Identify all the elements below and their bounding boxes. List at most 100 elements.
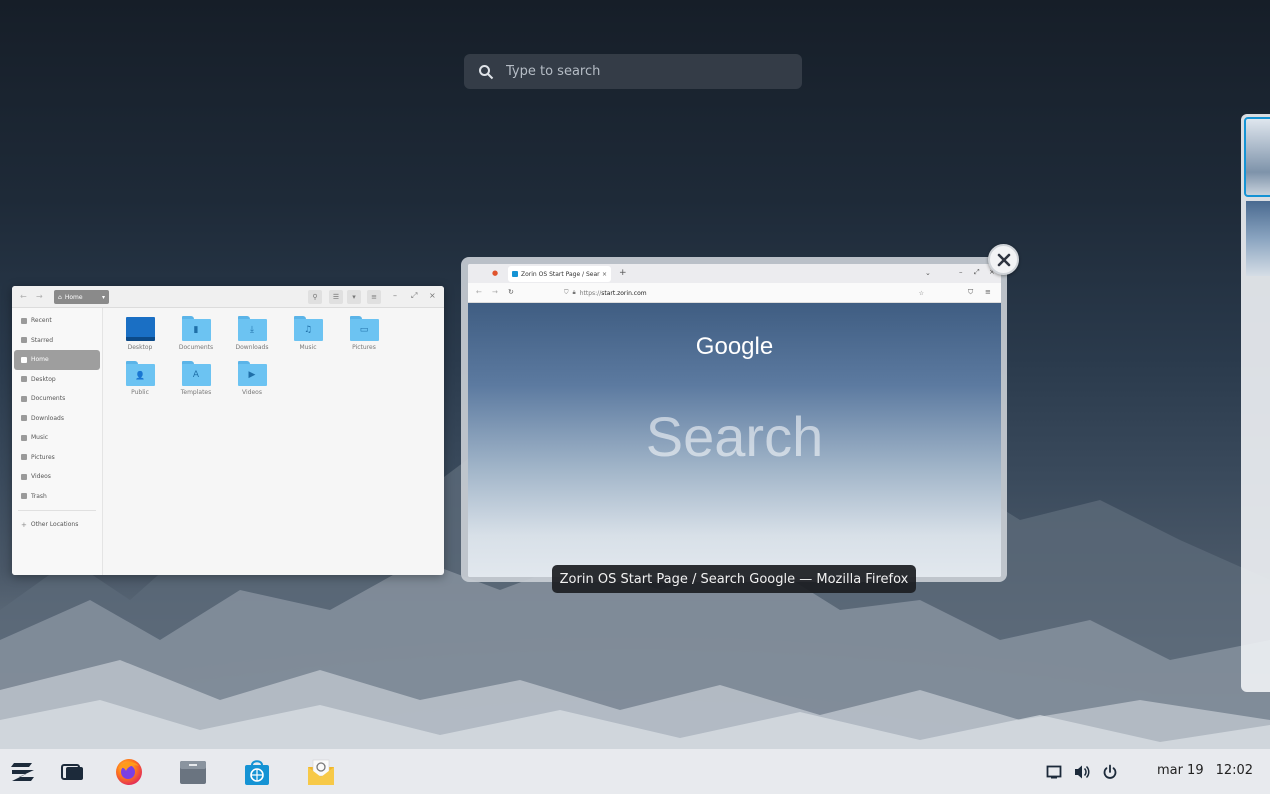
- reload-icon[interactable]: ↻: [508, 288, 514, 296]
- desktop-folder-icon: [125, 316, 155, 341]
- search-placeholder-text[interactable]: Search: [468, 404, 1001, 469]
- star-icon: [21, 337, 27, 344]
- minimize-icon[interactable]: –: [393, 291, 397, 300]
- close-icon: [997, 253, 1010, 266]
- overview-search-field[interactable]: [464, 54, 802, 89]
- picture-icon: [21, 454, 27, 461]
- documents-folder-icon: ▮: [181, 316, 211, 341]
- taskbar: mar 19 12:02: [0, 749, 1270, 794]
- trash-icon: [21, 493, 27, 500]
- sidebar-item-starred[interactable]: Starred: [14, 331, 100, 351]
- shield-icon: ⛉: [564, 289, 569, 296]
- workspace-thumbnail-active[interactable]: [1244, 117, 1270, 197]
- power-tray-icon[interactable]: [1101, 763, 1119, 781]
- web-page-content: Google Search: [468, 303, 1001, 577]
- close-window-button[interactable]: [988, 244, 1019, 275]
- software-store-launcher[interactable]: [234, 749, 280, 794]
- search-icon[interactable]: ⚲: [308, 290, 322, 304]
- sidebar-item-pictures[interactable]: Pictures: [14, 448, 100, 468]
- pocket-icon[interactable]: ⛉: [968, 288, 973, 297]
- lock-icon: 🔒︎: [572, 289, 576, 296]
- chevron-down-icon[interactable]: ▾: [347, 290, 361, 304]
- close-tab-icon[interactable]: ×: [602, 271, 607, 278]
- clock-date: mar 19: [1156, 763, 1204, 778]
- volume-icon: [1075, 765, 1090, 779]
- zorin-logo-icon: [11, 762, 34, 781]
- software-store-icon: [245, 759, 269, 785]
- workspaces-button[interactable]: [50, 749, 96, 794]
- folder-music[interactable]: ♫ Music: [280, 314, 336, 359]
- sidebar-divider: [18, 510, 96, 511]
- back-arrow-icon[interactable]: ←: [20, 292, 27, 301]
- folder-documents[interactable]: ▮ Documents: [168, 314, 224, 359]
- google-logo: Google: [695, 333, 774, 360]
- screen-icon: [1046, 765, 1062, 779]
- desktop-icon: [21, 376, 27, 383]
- clock-time: 12:02: [1215, 763, 1254, 778]
- sidebar-item-desktop[interactable]: Desktop: [14, 370, 100, 390]
- firefox-view-icon[interactable]: ●: [492, 269, 498, 277]
- new-tab-icon[interactable]: +: [619, 268, 627, 278]
- files-window-preview[interactable]: ← → ⌂ Home ▾ ⚲ ☰ ▾ ≡ – ⤢ × Recent Starre…: [12, 286, 444, 575]
- folder-downloads[interactable]: ⤓ Downloads: [224, 314, 280, 359]
- sidebar-item-music[interactable]: Music: [14, 428, 100, 448]
- workspace-thumbnail[interactable]: [1246, 201, 1270, 276]
- back-arrow-icon[interactable]: ←: [476, 288, 482, 296]
- minimize-icon[interactable]: –: [959, 268, 963, 276]
- folder-templates[interactable]: A Templates: [168, 359, 224, 404]
- video-icon: [21, 473, 27, 480]
- sidebar-item-documents[interactable]: Documents: [14, 389, 100, 409]
- folder-videos[interactable]: ▶ Videos: [224, 359, 280, 404]
- sidebar-item-trash[interactable]: Trash: [14, 487, 100, 507]
- mail-icon: [308, 759, 334, 785]
- firefox-navbar: ← → ↻ ⛉ 🔒︎ https://start.zorin.com ☆ ⛉ ≡: [468, 283, 1001, 303]
- sidebar-item-home[interactable]: Home: [14, 350, 100, 370]
- clock[interactable]: mar 19 12:02: [1150, 763, 1260, 778]
- search-input[interactable]: [506, 64, 786, 79]
- document-icon: [21, 395, 27, 402]
- zorin-menu-button[interactable]: [0, 749, 46, 794]
- files-icon: [180, 760, 206, 784]
- videos-folder-icon: ▶: [237, 361, 267, 386]
- firefox-tab-strip: ● Zorin OS Start Page / Sear × + ⌄ – ⤢ ×: [468, 264, 1001, 283]
- templates-folder-icon: A: [181, 361, 211, 386]
- menu-icon[interactable]: ≡: [367, 290, 381, 304]
- folder-pictures[interactable]: ▭ Pictures: [336, 314, 392, 359]
- downloads-folder-icon: ⤓: [237, 316, 267, 341]
- forward-arrow-icon[interactable]: →: [492, 288, 498, 296]
- maximize-icon[interactable]: ⤢: [411, 291, 417, 301]
- search-icon: [479, 64, 494, 79]
- folder-desktop[interactable]: Desktop: [112, 314, 168, 359]
- close-icon[interactable]: ×: [429, 291, 436, 300]
- browser-tab[interactable]: Zorin OS Start Page / Sear ×: [508, 266, 611, 282]
- public-folder-icon: 👤: [125, 361, 155, 386]
- files-sidebar: Recent Starred Home Desktop Documents Do…: [12, 308, 103, 575]
- window-title-tooltip: Zorin OS Start Page / Search Google — Mo…: [552, 565, 916, 593]
- display-tray-icon[interactable]: [1045, 763, 1063, 781]
- sidebar-item-other-locations[interactable]: + Other Locations: [14, 515, 100, 535]
- window-switcher-icon: [61, 763, 83, 780]
- files-grid: Desktop ▮ Documents ⤓ Downloads ♫ Music ▭ Pi…: [112, 314, 442, 404]
- zorin-favicon-icon: [512, 271, 518, 277]
- files-headerbar: ← → ⌂ Home ▾ ⚲ ☰ ▾ ≡ – ⤢ ×: [12, 286, 444, 308]
- sidebar-item-recent[interactable]: Recent: [14, 311, 100, 331]
- maximize-icon[interactable]: ⤢: [974, 268, 980, 277]
- forward-arrow-icon[interactable]: →: [36, 292, 43, 301]
- sidebar-item-videos[interactable]: Videos: [14, 467, 100, 487]
- menu-icon[interactable]: ≡: [985, 288, 991, 296]
- mail-launcher[interactable]: [298, 749, 344, 794]
- view-toggle-icon[interactable]: ☰: [329, 290, 343, 304]
- chevron-down-icon[interactable]: ⌄: [925, 269, 931, 277]
- firefox-window-preview[interactable]: ● Zorin OS Start Page / Sear × + ⌄ – ⤢ ×…: [468, 264, 1001, 577]
- sidebar-item-downloads[interactable]: Downloads: [14, 409, 100, 429]
- download-icon: [21, 415, 27, 422]
- power-icon: [1103, 764, 1117, 779]
- star-icon[interactable]: ☆: [919, 290, 924, 297]
- firefox-launcher[interactable]: [106, 749, 152, 794]
- url-bar[interactable]: ⛉ 🔒︎ https://start.zorin.com ☆: [564, 286, 924, 300]
- path-bar[interactable]: ⌂ Home ▾: [54, 290, 109, 304]
- folder-public[interactable]: 👤 Public: [112, 359, 168, 404]
- files-launcher[interactable]: [170, 749, 216, 794]
- home-icon: [21, 356, 27, 363]
- volume-tray-icon[interactable]: [1073, 763, 1091, 781]
